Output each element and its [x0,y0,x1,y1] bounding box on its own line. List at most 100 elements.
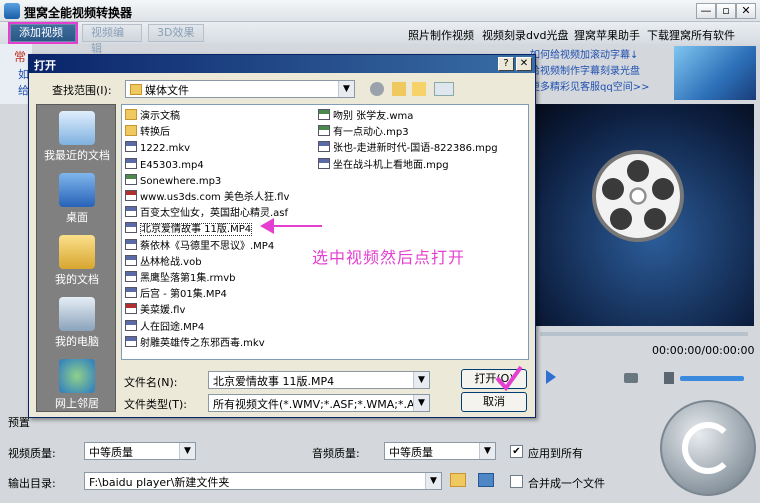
volume-icon[interactable] [664,372,674,384]
new-folder-icon[interactable] [412,82,426,96]
file-item[interactable]: 转换后 [125,125,170,138]
audio-quality-select[interactable]: 中等质量 ▼ [384,442,496,460]
file-name: 蔡依林《马德里不思议》.MP4 [140,240,275,252]
filetype-select[interactable]: 所有视频文件(*.WMV;*.ASF;*.WMA;*.AVI;* ▼ [208,394,430,412]
video-file-icon [125,206,137,218]
place-label: 网上邻居 [55,397,99,410]
network-icon [59,359,95,393]
minimize-button[interactable]: — [696,3,716,19]
file-item[interactable]: 吻别 张学友.wma [318,109,413,122]
place-recent[interactable]: 我最近的文档 [37,107,117,169]
cancel-button[interactable]: 取消 [461,392,527,412]
dialog-title: 打开 [34,59,56,72]
view-menu-icon[interactable] [434,82,454,96]
file-name: Sonewhere.mp3 [140,175,222,187]
file-name: E45303.mp4 [140,159,204,171]
file-item[interactable]: 坐在战斗机上看地面.mpg [318,157,449,171]
video-file-icon [125,222,137,234]
place-documents[interactable]: 我的文档 [37,231,117,293]
dialog-help-button[interactable]: ? [498,57,514,71]
file-item[interactable]: 北京爱情故事 11版.MP4 [125,222,253,237]
download-all-link[interactable]: 下载狸窝所有软件 [647,27,735,43]
chevron-down-icon: ▼ [413,372,429,388]
play-icon[interactable] [546,370,556,384]
add-video-button[interactable]: 添加视频 [8,22,78,44]
chevron-down-icon: ▼ [413,395,429,411]
apply-all-checkbox[interactable]: ✔ [510,445,523,458]
film-reel-icon [592,150,684,242]
file-item[interactable]: www.us3ds.com 美色杀人狂.flv [125,190,289,203]
restore-button[interactable]: ▫ [716,3,736,19]
dialog-close-button[interactable]: ✕ [516,57,532,71]
file-name: 丛林枪战.vob [140,256,202,268]
lookin-select[interactable]: 媒体文件 ▼ [125,80,355,98]
file-item[interactable]: 1222.mkv [125,141,190,154]
audio-quality-label: 音频质量: [312,447,360,460]
file-name: 北京爱情故事 11版.MP4 [140,223,253,237]
3d-effect-button[interactable]: 3D效果 [148,24,204,42]
place-network[interactable]: 网上邻居 [37,355,117,417]
up-folder-icon[interactable] [392,82,406,96]
file-item[interactable]: 丛林枪战.vob [125,254,202,268]
video-file-icon [125,287,137,299]
file-name: 吻别 张学友.wma [333,111,414,122]
place-label: 我的电脑 [55,335,99,348]
seek-bar[interactable] [540,332,748,336]
file-item[interactable]: 人在囧途.MP4 [125,319,204,333]
close-button[interactable]: ✕ [736,3,756,19]
photo-to-video-link[interactable]: 照片制作视频 [408,27,474,43]
file-item[interactable]: 演示文稿 [125,109,180,122]
output-dir-label: 输出目录: [8,477,56,490]
video-file-icon [125,254,137,266]
file-item[interactable]: 美菜媛.flv [125,303,185,316]
apple-helper-link[interactable]: 狸窝苹果助手 [574,27,640,43]
video-quality-select[interactable]: 中等质量 ▼ [84,442,196,460]
file-item[interactable]: Sonewhere.mp3 [125,173,222,187]
audio-quality-value: 中等质量 [389,446,433,459]
checkmark-annotation-icon [495,365,523,392]
promo-links: 如何给视频加滚动字幕↓ 给视频制作字幕刻录光盘 更多精彩见客服qq空间>> [530,48,672,104]
file-name: 黑鹰坠落第1集.rmvb [140,273,236,284]
back-icon[interactable] [370,82,384,96]
filename-input[interactable]: 北京爱情故事 11版.MP4 ▼ [208,371,430,389]
desktop-icon [59,173,95,207]
chevron-down-icon: ▼ [179,443,195,459]
filename-value: 北京爱情故事 11版.MP4 [213,375,335,388]
file-item[interactable]: E45303.mp4 [125,157,204,171]
video-file-icon [125,335,137,347]
file-name: 有一点动心.mp3 [333,127,409,139]
file-item[interactable]: 张也-走进新时代-国语-822386.mpg [318,141,498,154]
file-item[interactable]: 后宫 - 第01集.MP4 [125,287,227,300]
file-name: 坐在战斗机上看地面.mpg [333,159,449,171]
video-file-icon [125,141,137,153]
browse-folder-icon[interactable] [450,473,466,487]
file-name: 转换后 [140,127,170,139]
place-desktop[interactable]: 桌面 [37,169,117,231]
volume-slider[interactable] [680,376,744,381]
place-computer[interactable]: 我的电脑 [37,293,117,355]
chevron-down-icon: ▼ [479,443,495,459]
promo-link[interactable]: 如何给视频加滚动字幕↓ [530,48,672,64]
merge-checkbox[interactable] [510,475,523,488]
promo-link[interactable]: 给视频制作字幕刻录光盘 [530,64,672,80]
side-tab[interactable]: 常 [14,48,26,65]
promo-link[interactable]: 更多精彩见客服qq空间>> [530,80,672,96]
file-list: 演示文稿转换后 1222.mkv E45303.mp4 Sonewhere.mp3 ww… [121,104,529,360]
file-item[interactable]: 有一点动心.mp3 [318,125,409,138]
video-file-icon [318,157,330,169]
promo-banner[interactable] [674,46,756,100]
open-folder-icon[interactable] [478,473,494,487]
video-file-icon [125,238,137,250]
convert-arrow-icon [682,422,734,474]
folder-icon [125,109,137,120]
file-item[interactable]: 射雕英雄传之东邪西毒.mkv [125,335,265,349]
my-computer-icon [59,297,95,331]
edit-video-button[interactable]: 视频编辑 [82,24,142,55]
file-item[interactable]: 蔡依林《马德里不思议》.MP4 [125,238,275,252]
output-dir-field[interactable]: F:\baidu player\新建文件夹 ▼ [84,472,442,490]
camera-icon[interactable] [624,373,638,383]
video-quality-value: 中等质量 [89,446,133,459]
burn-dvd-link[interactable]: 视频刻录dvd光盘 [482,27,568,43]
file-item[interactable]: 黑鹰坠落第1集.rmvb [125,271,235,284]
recent-docs-icon [59,111,95,145]
